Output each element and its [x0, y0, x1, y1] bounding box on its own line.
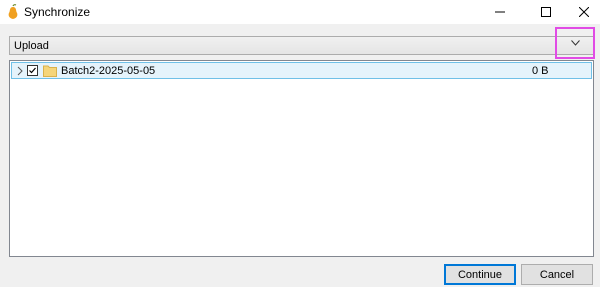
dropdown-toggle-button[interactable]: [555, 27, 595, 59]
close-button[interactable]: [564, 0, 600, 24]
continue-button[interactable]: Continue: [444, 264, 516, 285]
direction-select[interactable]: Upload: [9, 27, 595, 59]
minimize-button[interactable]: [480, 0, 520, 24]
maximize-button[interactable]: [526, 0, 566, 24]
chevron-down-icon: [570, 40, 580, 46]
row-name: Batch2-2025-05-05: [61, 65, 156, 77]
file-tree[interactable]: Batch2-2025-05-05 0 B: [9, 60, 594, 257]
window-title: Synchronize: [24, 5, 91, 19]
row-size: 0 B: [532, 65, 549, 77]
title-bar: Synchronize: [0, 0, 600, 24]
row-checkbox[interactable]: [27, 65, 38, 76]
folder-icon: [43, 65, 57, 77]
tree-row[interactable]: Batch2-2025-05-05 0 B: [11, 62, 592, 79]
cancel-button[interactable]: Cancel: [521, 264, 593, 285]
chevron-right-icon[interactable]: [15, 65, 25, 77]
direction-select-value: Upload: [14, 40, 49, 52]
close-icon: [579, 7, 589, 17]
minimize-icon: [495, 11, 505, 13]
maximize-icon: [541, 7, 551, 17]
checkmark-icon: [29, 67, 36, 74]
pear-icon: [8, 4, 18, 19]
